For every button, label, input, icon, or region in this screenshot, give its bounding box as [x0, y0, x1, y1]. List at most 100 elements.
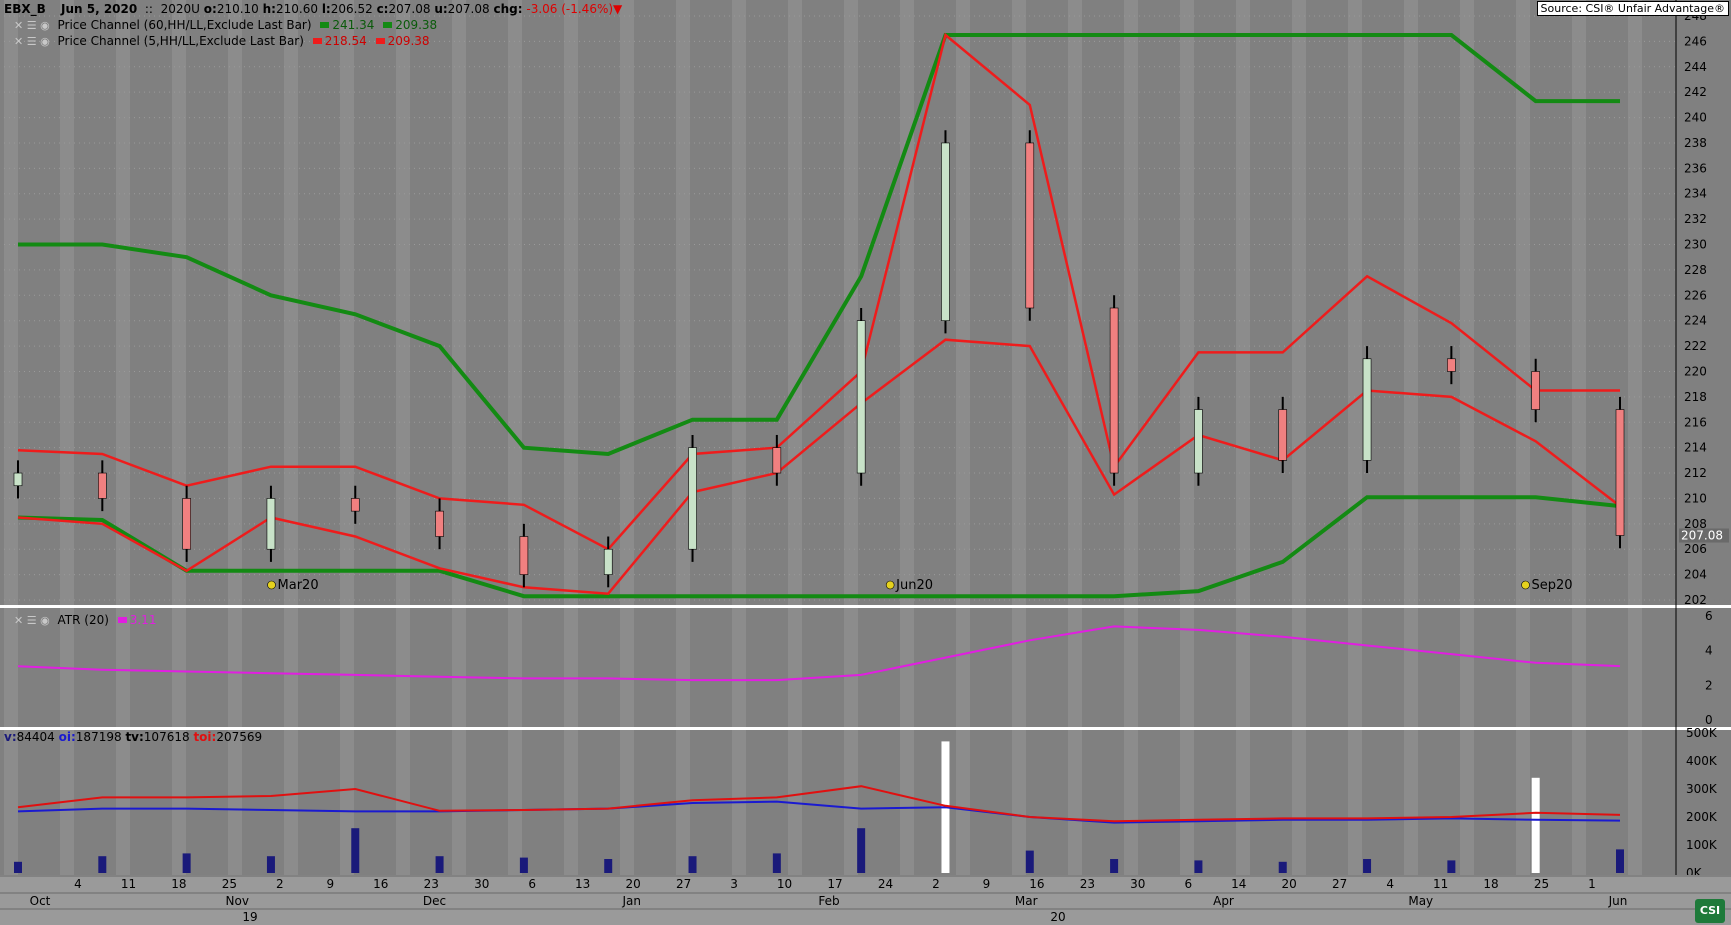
day-tick-label: 11 — [121, 877, 136, 891]
day-tick-label: 9 — [327, 877, 335, 891]
background-band — [284, 0, 298, 890]
background-band — [396, 0, 410, 890]
pc60-lower-value: 209.38 — [395, 18, 438, 32]
day-tick-label: 11 — [1433, 877, 1448, 891]
price-tick-label: 236 — [1684, 161, 1707, 175]
volume-bar — [1616, 849, 1624, 873]
atr-tick-label: 6 — [1705, 609, 1713, 623]
volume-tick-label: 300K — [1686, 782, 1718, 796]
volume-bar — [857, 828, 866, 873]
chart-canvas: Mar20 Jun20 Sep20 248246244242240238236234… — [0, 0, 1731, 925]
day-tick-label: 23 — [424, 877, 439, 891]
atr-line — [17, 625, 1621, 682]
candle-body — [350, 498, 360, 512]
price-tick-label: 222 — [1684, 339, 1707, 353]
year-tick-label: 20 — [1050, 910, 1065, 924]
candle-body — [1025, 142, 1035, 309]
year-tick-label: 19 — [242, 910, 257, 924]
price-tick-label: 216 — [1684, 415, 1707, 429]
marker-label: Mar20 — [278, 578, 319, 593]
month-tick-label: Apr — [1213, 894, 1234, 908]
day-tick-label: 27 — [1332, 877, 1347, 891]
symbol[interactable]: EBX_B — [4, 2, 46, 16]
price-tick-label: 234 — [1684, 187, 1707, 201]
price-tick-label: 220 — [1684, 364, 1707, 378]
oi-label: oi: — [58, 730, 76, 744]
day-tick-label: 1 — [1588, 877, 1596, 891]
indicator-controls-icon[interactable]: ✕ ☰ ◉ — [14, 614, 50, 627]
price-tick-label: 204 — [1684, 568, 1707, 582]
oi-line — [17, 800, 1621, 824]
candle-body — [1362, 358, 1372, 461]
high-value: 210.60 — [275, 2, 318, 16]
atr-value: 3.11 — [129, 613, 157, 627]
background-band — [732, 0, 746, 890]
day-tick-label: 17 — [827, 877, 842, 891]
background-band — [60, 0, 74, 890]
candle-body — [182, 498, 191, 550]
background-bands — [4, 0, 1642, 890]
month-tick-label: Mar — [1015, 894, 1038, 908]
background-band — [172, 0, 186, 890]
tv-label: tv: — [125, 730, 144, 744]
tv-value: 107618 — [143, 730, 190, 744]
month-tick-label: Nov — [226, 894, 249, 908]
candle-body — [435, 510, 444, 537]
price-tick-label: 240 — [1684, 111, 1707, 125]
candle-body — [1447, 358, 1456, 372]
volume-tick-label: 400K — [1686, 754, 1718, 768]
background-band — [788, 0, 802, 890]
open-value: 210.10 — [216, 2, 259, 16]
day-tick-label: 20 — [1282, 877, 1297, 891]
volume-bar — [435, 856, 444, 873]
last-price-label: 207.08 — [1681, 529, 1723, 543]
separator: :: — [144, 2, 153, 16]
candle-body — [772, 447, 782, 474]
volume-panel — [14, 741, 1624, 873]
price-tick-label: 242 — [1684, 85, 1707, 99]
pc60-lower-line — [17, 495, 1621, 599]
volume-bar — [604, 859, 613, 873]
indicator-controls-icon[interactable]: ✕ ☰ ◉ — [14, 35, 50, 48]
month-tick-label: Oct — [30, 894, 51, 908]
volume-bar — [1194, 860, 1203, 873]
day-tick-label: 6 — [1184, 877, 1192, 891]
price-tick-label: 218 — [1684, 390, 1707, 404]
marker-label: Jun20 — [895, 578, 933, 593]
volume-bar — [1025, 850, 1034, 873]
day-tick-label: 2 — [932, 877, 940, 891]
background-band — [956, 0, 970, 890]
price-tick-label: 238 — [1684, 136, 1707, 150]
low-value: 206.52 — [330, 2, 373, 16]
day-tick-label: 30 — [1130, 877, 1145, 891]
indicator-controls-icon[interactable]: ✕ ☰ ◉ — [14, 19, 50, 32]
source-credit: Source: CSI® Unfair Advantage® — [1536, 1, 1729, 16]
candle-body — [266, 498, 276, 550]
candle-body — [688, 447, 697, 550]
volume-bar — [1363, 859, 1372, 873]
toi-label: toi: — [193, 730, 217, 744]
background-band — [116, 0, 130, 890]
pc5-upper-swatch — [312, 38, 322, 44]
oi-value: 187198 — [75, 730, 122, 744]
month-tick-label: Jun — [1608, 894, 1628, 908]
candle-body — [1615, 409, 1625, 536]
volume-bar — [1447, 860, 1456, 873]
day-tick-label: 16 — [1029, 877, 1044, 891]
contract: 2020U — [160, 2, 200, 16]
volume-bar — [772, 853, 781, 873]
background-band — [1236, 0, 1250, 890]
down-arrow-icon: ▼ — [613, 2, 623, 16]
low-label: l: — [321, 2, 331, 16]
day-tick-label: 10 — [777, 877, 792, 891]
volume-tick-label: 500K — [1686, 726, 1718, 740]
candle-body — [13, 472, 23, 487]
panel-divider — [0, 605, 1731, 608]
day-tick-label: 16 — [373, 877, 388, 891]
marker-dot — [267, 580, 276, 590]
day-tick-label: 20 — [625, 877, 640, 891]
toi-value: 207569 — [216, 730, 263, 744]
background-band — [340, 0, 354, 890]
pc5-upper-line — [17, 32, 1620, 551]
background-band — [1628, 0, 1642, 890]
